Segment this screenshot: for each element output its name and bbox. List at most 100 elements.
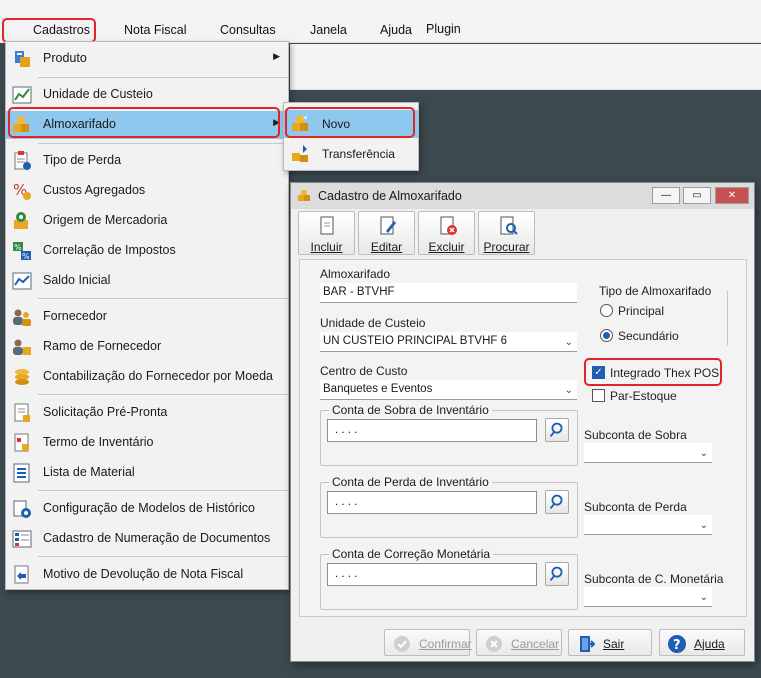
almoxarifado-highlight [8, 107, 280, 138]
tipo-principal-label: Principal [618, 304, 665, 318]
menu-item-lista-material[interactable]: Lista de Material [6, 459, 288, 487]
cancelar-button[interactable]: Cancelar [476, 629, 562, 656]
submenu-item-label: Transferência [322, 147, 395, 161]
close-button[interactable]: ✕ [715, 187, 749, 204]
editar-button[interactable]: Editar [358, 211, 415, 255]
boxes-icon [298, 190, 310, 201]
conta-perda-search-button[interactable] [545, 490, 569, 514]
centro-custo-select[interactable]: Banquetes e Eventos ⌄ [320, 380, 577, 400]
menu-item-cadastro-numeracao[interactable]: Cadastro de Numeração de Documentos [6, 525, 288, 553]
app-toolbar-strip [290, 44, 761, 90]
menu-item-label: Correlação de Impostos [43, 243, 176, 257]
conta-sobra-search-button[interactable] [545, 418, 569, 442]
sair-button[interactable]: Sair [568, 629, 652, 656]
search-icon [549, 422, 563, 437]
menu-item-correlacao-impostos[interactable]: %% Correlação de Impostos [6, 237, 288, 265]
ajuda-label: Ajuda [694, 637, 725, 651]
cancel-circle-icon [486, 636, 502, 652]
conta-perda-input[interactable]: . . . . [327, 491, 537, 514]
chart-line-icon [12, 272, 32, 290]
restore-button[interactable]: ▭ [683, 187, 711, 204]
tipo-principal-radio[interactable] [600, 304, 613, 317]
submenu-item-transferencia[interactable]: Transferência [284, 140, 418, 168]
excluir-button[interactable]: Excluir [418, 211, 475, 255]
menu-item-label: Fornecedor [43, 309, 107, 323]
chevron-down-icon: ⌄ [699, 520, 708, 531]
menu-janela[interactable]: Janela [310, 18, 347, 42]
submenu-arrow-icon: ▶ [273, 51, 280, 61]
menu-item-solicitacao-pre-pronta[interactable]: Solicitação Pré-Pronta [6, 399, 288, 427]
par-estoque-label: Par-Estoque [610, 389, 677, 403]
menu-item-label: Solicitação Pré-Pronta [43, 405, 168, 419]
chevron-down-icon: ⌄ [564, 337, 573, 348]
par-estoque-checkbox[interactable] [592, 389, 605, 402]
excluir-label: Excluir [428, 240, 465, 254]
search-icon [549, 566, 563, 581]
return-icon [14, 565, 29, 584]
menu-item-unidade-custeio[interactable]: Unidade de Custeio [6, 81, 288, 109]
help-icon: ? [668, 635, 686, 653]
almoxarifado-input[interactable]: BAR - BTVHF [320, 283, 577, 303]
exit-door-icon [580, 636, 596, 652]
confirmar-button[interactable]: Confirmar [384, 629, 472, 656]
menu-item-origem-mercadoria[interactable]: Origem de Mercadoria [6, 207, 288, 235]
list-icon [13, 463, 30, 483]
menu-item-label: Lista de Material [43, 465, 135, 479]
subconta-correcao-select[interactable]: ⌄ [584, 587, 712, 607]
incluir-button[interactable]: Incluir [298, 211, 355, 255]
menu-item-custos-agregados[interactable]: % Custos Agregados [6, 177, 288, 205]
svg-text:%: % [22, 252, 30, 261]
subconta-perda-select[interactable]: ⌄ [584, 515, 712, 535]
subconta-sobra-label: Subconta de Sobra [584, 428, 687, 442]
menu-item-motivo-devolucao[interactable]: Motivo de Devolução de Nota Fiscal [6, 561, 288, 589]
menu-item-config-modelos-historico[interactable]: Configuração de Modelos de Histórico [6, 495, 288, 523]
menu-item-tipo-perda[interactable]: Tipo de Perda [6, 147, 288, 175]
search-document-icon [500, 216, 518, 235]
conta-correcao-search-button[interactable] [545, 562, 569, 586]
procurar-label: Procurar [483, 240, 530, 254]
product-icon [15, 51, 30, 67]
numbering-icon [12, 530, 32, 548]
menu-item-saldo-inicial[interactable]: Saldo Inicial [6, 267, 288, 295]
menu-separator [38, 556, 288, 557]
chart-icon [12, 86, 32, 104]
conta-sobra-input[interactable]: . . . . [327, 419, 537, 442]
tipo-secundario-radio[interactable] [600, 329, 613, 342]
subconta-perda-label: Subconta de Perda [584, 500, 687, 514]
sair-label: Sair [603, 637, 625, 651]
menu-item-label: Configuração de Modelos de Histórico [43, 501, 255, 515]
ajuda-button[interactable]: ? Ajuda [659, 629, 745, 656]
minimize-button[interactable]: — [652, 187, 680, 204]
unidade-custeio-select[interactable]: UN CUSTEIO PRINCIPAL BTVHF 6 ⌄ [320, 332, 577, 352]
menu-item-label: Custos Agregados [43, 183, 146, 197]
menu-ajuda[interactable]: Ajuda [380, 18, 412, 42]
menu-item-label: Motivo de Devolução de Nota Fiscal [43, 567, 244, 581]
confirmar-label: Confirmar [419, 637, 472, 651]
centro-custo-label: Centro de Custo [320, 364, 408, 378]
cancelar-label: Cancelar [511, 637, 560, 651]
check-circle-icon [394, 636, 410, 652]
menu-consultas[interactable]: Consultas [220, 18, 276, 42]
tipo-secundario-label: Secundário [618, 329, 679, 343]
menu-separator [38, 77, 288, 78]
menu-item-termo-inventario[interactable]: Termo de Inventário [6, 429, 288, 457]
menu-item-fornecedor[interactable]: Fornecedor [6, 303, 288, 331]
document-icon [14, 403, 30, 422]
people-branch-icon [13, 339, 31, 355]
menu-nota-fiscal[interactable]: Nota Fiscal [124, 18, 187, 42]
search-icon [549, 494, 563, 509]
menu-separator [38, 298, 288, 299]
menu-item-produto[interactable]: Produto ▶ [6, 45, 288, 73]
menu-plugin[interactable]: Plugin [426, 17, 461, 41]
menu-item-ramo-fornecedor[interactable]: Ramo de Fornecedor [6, 333, 288, 361]
conta-sobra-title: Conta de Sobra de Inventário [329, 403, 492, 417]
tax-percent-icon: %% [13, 242, 31, 261]
conta-correcao-title: Conta de Correção Monetária [329, 547, 494, 561]
subconta-sobra-select[interactable]: ⌄ [584, 443, 712, 463]
procurar-button[interactable]: Procurar [478, 211, 535, 255]
menu-item-contabilizacao-fornecedor[interactable]: Contabilização do Fornecedor por Moeda [6, 363, 288, 391]
chevron-down-icon: ⌄ [699, 592, 708, 603]
cadastros-highlight [2, 18, 96, 43]
menu-item-label: Ramo de Fornecedor [43, 339, 162, 353]
conta-correcao-input[interactable]: . . . . [327, 563, 537, 586]
